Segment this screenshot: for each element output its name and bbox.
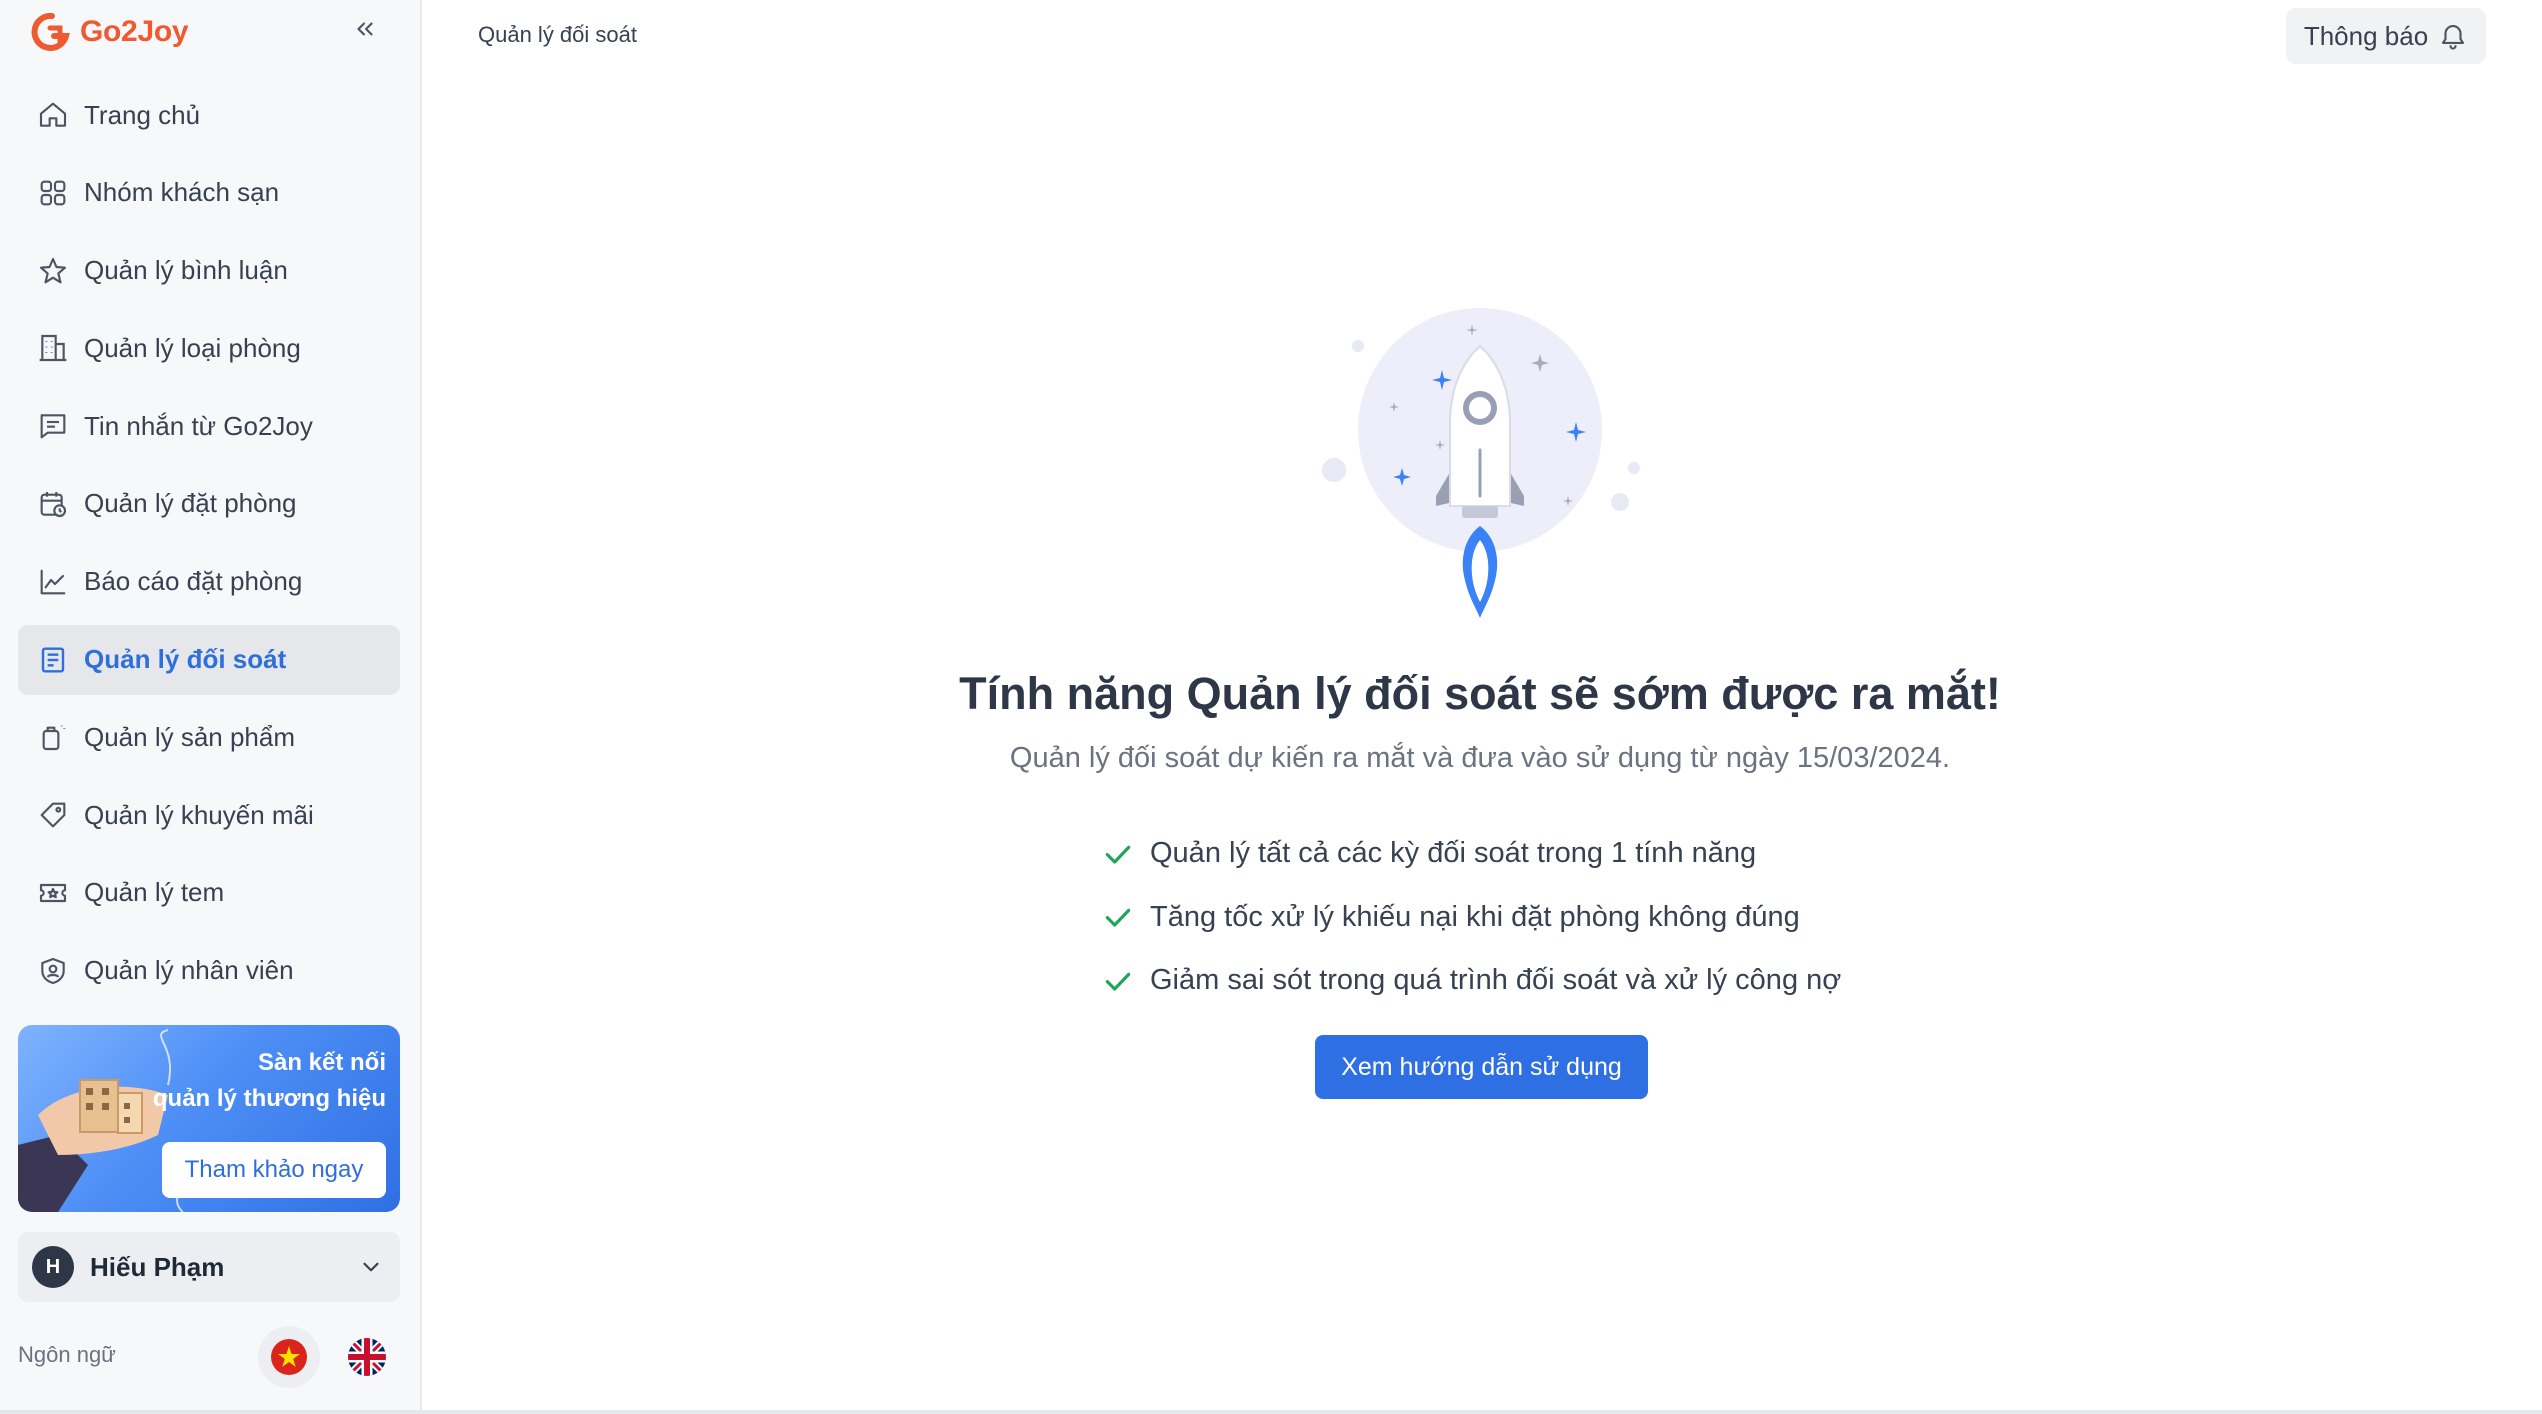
language-english-button[interactable] [336, 1326, 398, 1388]
sidebar-item-label: Quản lý đặt phòng [84, 488, 297, 519]
grid-icon [36, 176, 70, 210]
sidebar-item-bookings[interactable]: Quản lý đặt phòng [18, 469, 400, 539]
sidebar-menu: Trang chủ Nhóm khách sạn Quản lý bình lu… [18, 80, 400, 1014]
calendar-icon [36, 487, 70, 521]
sidebar: Go2Joy Trang chủ Nhóm khách sạn Quản lý … [0, 0, 422, 1410]
product-icon [36, 720, 70, 754]
feature-text: Tăng tốc xử lý khiếu nại khi đặt phòng k… [1150, 900, 1800, 933]
sidebar-item-booking-report[interactable]: Báo cáo đặt phòng [18, 547, 400, 617]
sidebar-item-promotions[interactable]: Quản lý khuyến mãi [18, 780, 400, 850]
user-name: Hiếu Phạm [90, 1251, 225, 1282]
sidebar-item-label: Quản lý tem [84, 877, 225, 908]
message-icon [36, 409, 70, 443]
collapse-sidebar-button[interactable] [350, 14, 380, 44]
bottom-divider [0, 1410, 2542, 1414]
notification-label: Thông báo [2303, 20, 2429, 51]
coming-soon-headline: Tính năng Quản lý đối soát sẽ sớm được r… [959, 668, 2001, 719]
logo-text: Go2Joy [80, 15, 189, 48]
vietnam-flag-icon [271, 1339, 307, 1375]
chart-line-icon [36, 565, 70, 599]
sidebar-item-reconciliation[interactable]: Quản lý đối soát [18, 624, 400, 695]
user-menu[interactable]: H Hiếu Phạm [18, 1232, 400, 1302]
feature-item: Quản lý tất cả các kỳ đối soát trong 1 t… [1100, 822, 1841, 886]
sidebar-item-room-types[interactable]: Quản lý loại phòng [18, 313, 400, 383]
sidebar-item-staff[interactable]: Quản lý nhân viên [18, 936, 400, 1006]
feature-text: Quản lý tất cả các kỳ đối soát trong 1 t… [1150, 837, 1757, 870]
shield-user-icon [36, 954, 70, 988]
building-icon [36, 331, 70, 365]
ticket-icon [36, 876, 70, 910]
sidebar-item-label: Báo cáo đặt phòng [84, 566, 303, 597]
promo-line-2: quản lý thương hiệu [152, 1085, 386, 1112]
home-icon [36, 98, 70, 132]
language-label: Ngôn ngữ [18, 1342, 116, 1367]
check-icon [1100, 836, 1136, 872]
sidebar-item-label: Quản lý bình luận [84, 255, 288, 286]
uk-flag-icon [348, 1338, 386, 1376]
notification-button[interactable]: Thông báo [2286, 8, 2486, 64]
coming-soon-subline: Quản lý đối soát dự kiến ra mắt và đưa v… [1009, 742, 1951, 774]
sidebar-item-products[interactable]: Quản lý sản phẩm [18, 702, 400, 772]
breadcrumb: Quản lý đối soát [478, 22, 637, 47]
feature-item: Tăng tốc xử lý khiếu nại khi đặt phòng k… [1100, 886, 1841, 950]
chevron-down-icon [363, 1262, 379, 1272]
star-icon [36, 254, 70, 288]
sidebar-item-hotel-group[interactable]: Nhóm khách sạn [18, 158, 400, 228]
feature-list: Quản lý tất cả các kỳ đối soát trong 1 t… [1100, 822, 1841, 1013]
bell-icon [2442, 25, 2465, 50]
promo-line-1: Sàn kết nối [257, 1049, 386, 1076]
sidebar-item-home[interactable]: Trang chủ [18, 80, 400, 150]
go2joy-logo-icon [31, 12, 70, 51]
promo-banner[interactable]: Sàn kết nối quản lý thương hiệu Tham khả… [18, 1025, 400, 1212]
check-icon [1100, 899, 1136, 935]
sidebar-item-label: Quản lý loại phòng [84, 332, 301, 363]
sidebar-item-messages[interactable]: Tin nhắn từ Go2Joy [18, 391, 400, 461]
language-vietnamese-button[interactable] [258, 1326, 320, 1388]
sidebar-item-label: Quản lý khuyến mãi [84, 799, 314, 830]
sidebar-item-reviews[interactable]: Quản lý bình luận [18, 236, 400, 306]
sidebar-item-label: Nhóm khách sạn [84, 177, 280, 208]
check-icon [1100, 963, 1136, 999]
tag-icon [36, 798, 70, 832]
sidebar-item-label: Quản lý nhân viên [84, 955, 294, 986]
sidebar-item-stamps[interactable]: Quản lý tem [18, 858, 400, 928]
sidebar-item-label: Quản lý đối soát [84, 644, 287, 675]
avatar: H [32, 1246, 74, 1288]
feature-item: Giảm sai sót trong quá trình đối soát và… [1100, 949, 1841, 1013]
promo-learn-more-button[interactable]: Tham khảo ngay [162, 1142, 386, 1198]
receipt-icon [36, 643, 70, 677]
logo[interactable]: Go2Joy [30, 10, 189, 54]
sidebar-item-label: Trang chủ [84, 99, 201, 130]
chevrons-left-icon [357, 22, 373, 36]
feature-text: Giảm sai sót trong quá trình đối soát và… [1150, 964, 1842, 997]
rocket-illustration [1322, 308, 1640, 618]
sidebar-item-label: Tin nhắn từ Go2Joy [84, 410, 313, 441]
view-guide-button[interactable]: Xem hướng dẫn sử dụng [1315, 1035, 1648, 1099]
sidebar-item-label: Quản lý sản phẩm [84, 721, 296, 752]
